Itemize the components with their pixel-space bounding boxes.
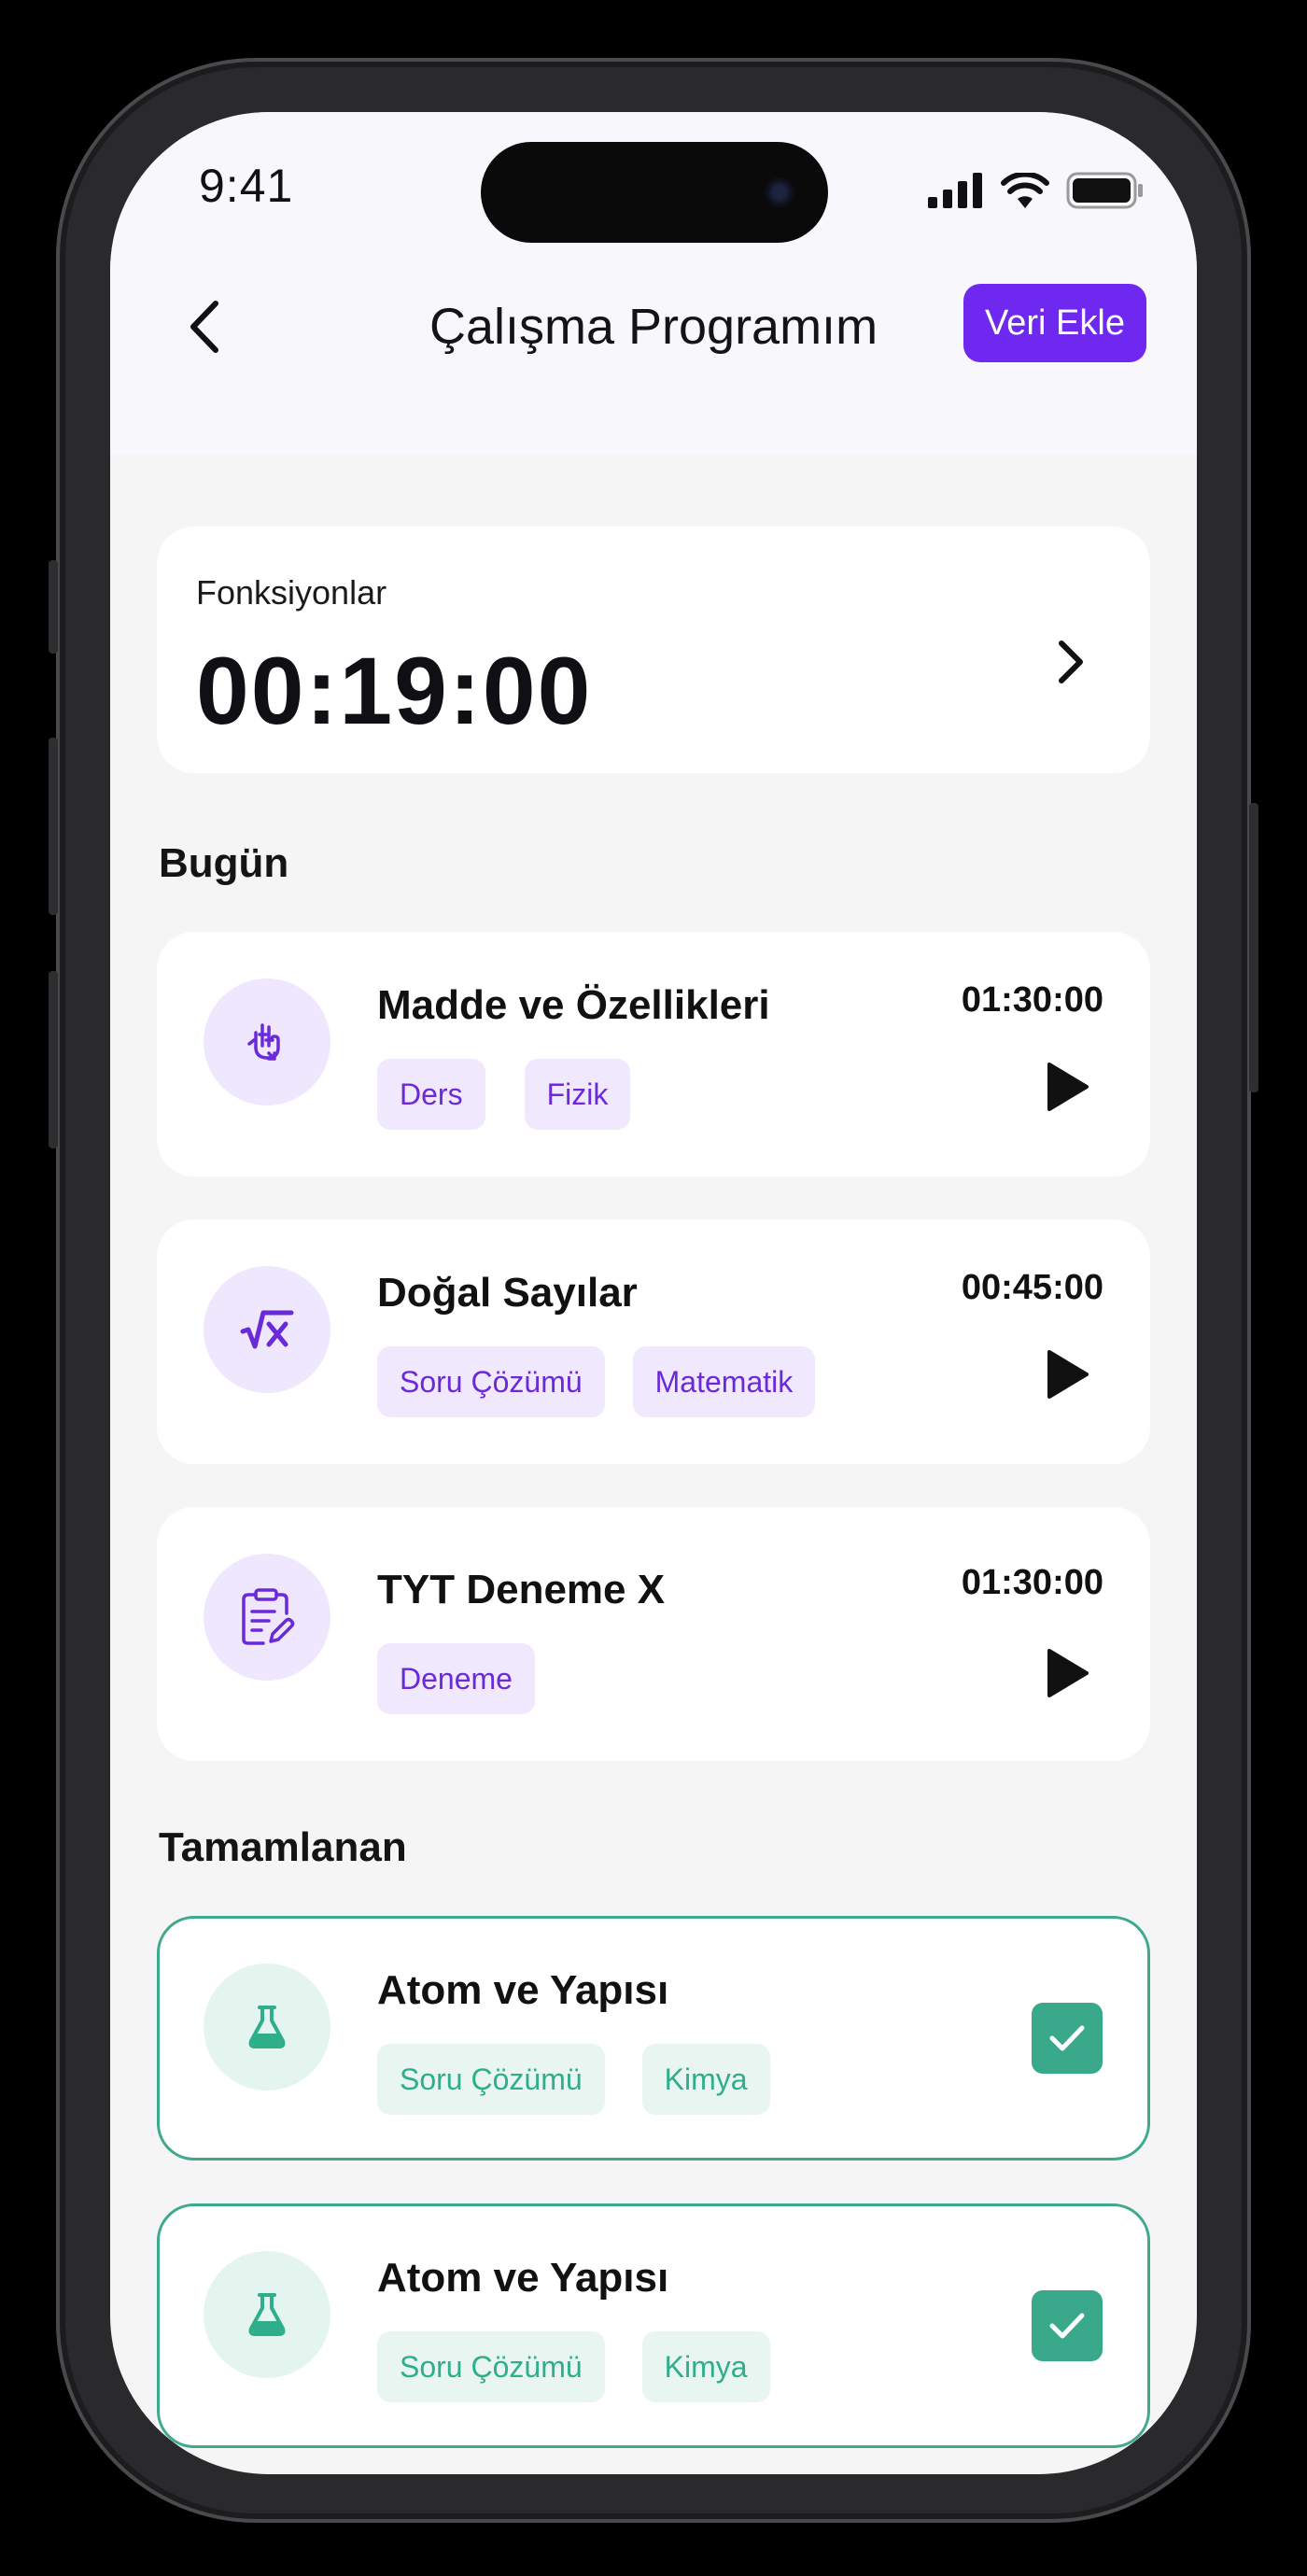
tag-subject: Fizik bbox=[524, 1059, 631, 1130]
item-duration: 00:45:00 bbox=[961, 1268, 1103, 1307]
dynamic-island bbox=[481, 142, 828, 243]
item-tags: Soru Çözümü Kimya bbox=[377, 2044, 770, 2115]
flask-icon bbox=[204, 1964, 330, 2090]
item-title: TYT Deneme X bbox=[377, 1567, 666, 1612]
add-data-button[interactable]: Veri Ekle bbox=[963, 284, 1146, 362]
volume-down-button bbox=[49, 971, 58, 1148]
tag-subject: Kimya bbox=[641, 2331, 770, 2402]
item-duration: 01:30:00 bbox=[961, 980, 1103, 1020]
square-root-icon bbox=[204, 1266, 330, 1393]
item-title: Atom ve Yapısı bbox=[377, 1967, 669, 2013]
section-title-today: Bugün bbox=[159, 840, 289, 886]
volume-up-button bbox=[49, 738, 58, 915]
item-tags: Ders Fizik bbox=[377, 1059, 631, 1130]
timer-subject-label: Fonksiyonlar bbox=[196, 573, 387, 612]
tag-type: Soru Çözümü bbox=[377, 2331, 605, 2402]
chevron-right-icon bbox=[1059, 640, 1083, 683]
item-title: Atom ve Yapısı bbox=[377, 2255, 669, 2301]
section-title-completed: Tamamlanan bbox=[159, 1824, 407, 1870]
timer-open-button[interactable] bbox=[1047, 629, 1094, 695]
study-item[interactable]: TYT Deneme X 01:30:00 Deneme bbox=[157, 1507, 1150, 1761]
item-tags: Deneme bbox=[377, 1643, 535, 1714]
study-item[interactable]: Doğal Sayılar 00:45:00 Soru Çözümü Matem… bbox=[157, 1219, 1150, 1464]
camera-icon bbox=[765, 177, 794, 207]
item-tags: Soru Çözümü Matematik bbox=[377, 1346, 816, 1417]
completed-checkbox[interactable] bbox=[1032, 2003, 1103, 2074]
completed-item[interactable]: Atom ve Yapısı Soru Çözümü Kimya bbox=[157, 2203, 1150, 2448]
physics-hand-icon bbox=[204, 978, 330, 1105]
signal-icon bbox=[928, 173, 982, 208]
app-screen: 9:41 Çalışma Programım Veri Ekle Fonksiy… bbox=[110, 112, 1197, 2474]
check-icon bbox=[1049, 2313, 1085, 2339]
clipboard-edit-icon bbox=[204, 1554, 330, 1681]
active-timer-card[interactable]: Fonksiyonlar 00:19:00 bbox=[157, 527, 1150, 773]
tag-type: Soru Çözümü bbox=[377, 1346, 605, 1417]
status-time: 9:41 bbox=[199, 160, 294, 212]
tag-subject: Matematik bbox=[632, 1346, 816, 1417]
completed-checkbox[interactable] bbox=[1032, 2290, 1103, 2361]
item-duration: 01:30:00 bbox=[961, 1563, 1103, 1602]
study-item[interactable]: Madde ve Özellikleri 01:30:00 Ders Fizik bbox=[157, 932, 1150, 1176]
tag-type: Soru Çözümü bbox=[377, 2044, 605, 2115]
flask-icon bbox=[204, 2251, 330, 2378]
wifi-icon bbox=[1001, 173, 1049, 208]
tag-type: Deneme bbox=[377, 1643, 535, 1714]
status-icons bbox=[928, 170, 1145, 211]
tag-subject: Kimya bbox=[641, 2044, 770, 2115]
item-title: Doğal Sayılar bbox=[377, 1270, 638, 1316]
battery-icon bbox=[1066, 172, 1143, 209]
play-icon[interactable] bbox=[1038, 1346, 1094, 1402]
play-icon[interactable] bbox=[1038, 1645, 1094, 1701]
item-tags: Soru Çözümü Kimya bbox=[377, 2331, 770, 2402]
check-icon bbox=[1049, 2025, 1085, 2051]
power-button bbox=[1249, 803, 1258, 1092]
item-title: Madde ve Özellikleri bbox=[377, 982, 770, 1028]
silent-switch bbox=[49, 560, 58, 654]
tag-type: Ders bbox=[377, 1059, 485, 1130]
completed-item[interactable]: Atom ve Yapısı Soru Çözümü Kimya bbox=[157, 1916, 1150, 2161]
play-icon[interactable] bbox=[1038, 1059, 1094, 1115]
timer-value: 00:19:00 bbox=[196, 638, 593, 744]
